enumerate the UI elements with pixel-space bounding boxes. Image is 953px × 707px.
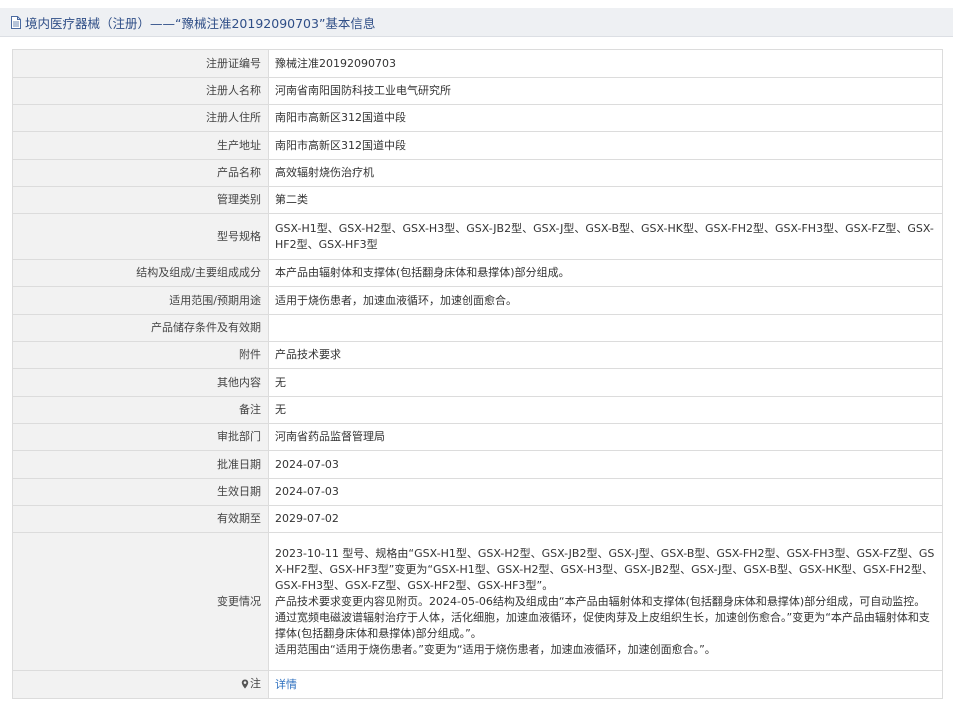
row-label: 生产地址	[12, 131, 269, 160]
row-value: 河南省南阳国防科技工业电气研究所	[268, 77, 943, 105]
row-label: 型号规格	[12, 213, 269, 260]
row-value	[268, 314, 943, 342]
row-label: 有效期至	[12, 505, 269, 533]
table-row: 附件 产品技术要求	[12, 341, 943, 369]
row-label: 注册证编号	[12, 49, 269, 78]
change-paragraph: 2023-10-11 型号、规格由“GSX-H1型、GSX-H2型、GSX-JB…	[275, 546, 935, 592]
row-label: 备注	[12, 396, 269, 424]
table-row: 备注 无	[12, 396, 943, 424]
row-value: 无	[268, 396, 943, 424]
table-row: 其他内容 无	[12, 368, 943, 397]
row-value: 适用于烧伤患者，加速血液循环，加速创面愈合。	[268, 286, 943, 315]
changes-label: 变更情况	[12, 532, 269, 671]
table-row: 注册人住所 南阳市高新区312国道中段	[12, 104, 943, 132]
page-header: 境内医疗器械（注册）——“豫械注准20192090703”基本信息	[0, 8, 953, 37]
note-label-cell: 注	[12, 670, 269, 699]
row-label: 产品名称	[12, 159, 269, 187]
row-value: 2024-07-03	[268, 450, 943, 479]
row-label: 附件	[12, 341, 269, 369]
document-icon	[11, 15, 21, 29]
table-row-changes: 变更情况 2023-10-11 型号、规格由“GSX-H1型、GSX-H2型、G…	[12, 532, 943, 671]
table-row: 生产地址 南阳市高新区312国道中段	[12, 131, 943, 160]
row-label: 批准日期	[12, 450, 269, 479]
row-value: 南阳市高新区312国道中段	[268, 104, 943, 132]
table-row: 产品名称 高效辐射烧伤治疗机	[12, 159, 943, 187]
table-row: 产品储存条件及有效期	[12, 314, 943, 342]
row-label: 注册人住所	[12, 104, 269, 132]
table-row: 型号规格 GSX-H1型、GSX-H2型、GSX-H3型、GSX-JB2型、GS…	[12, 213, 943, 260]
row-value: 南阳市高新区312国道中段	[268, 131, 943, 160]
row-label: 注册人名称	[12, 77, 269, 105]
row-value: 本产品由辐射体和支撑体(包括翻身床体和悬撑体)部分组成。	[268, 259, 943, 287]
table-row: 批准日期 2024-07-03	[12, 450, 943, 479]
row-value: GSX-H1型、GSX-H2型、GSX-H3型、GSX-JB2型、GSX-J型、…	[268, 213, 943, 260]
table-row: 管理类别 第二类	[12, 186, 943, 214]
table-row-note: 注 详情	[12, 670, 943, 699]
note-label: 注	[250, 676, 261, 690]
change-paragraph: 产品技术要求变更内容见附页。2024-05-06结构及组成由“本产品由辐射体和支…	[275, 594, 930, 640]
table-row: 注册证编号 豫械注准20192090703	[12, 49, 943, 78]
pin-icon	[241, 679, 249, 688]
table-row: 审批部门 河南省药品监督管理局	[12, 423, 943, 451]
row-label: 其他内容	[12, 368, 269, 397]
row-value: 河南省药品监督管理局	[268, 423, 943, 451]
table-row: 生效日期 2024-07-03	[12, 478, 943, 506]
row-label: 产品储存条件及有效期	[12, 314, 269, 342]
table-row: 注册人名称 河南省南阳国防科技工业电气研究所	[12, 77, 943, 105]
row-value: 2024-07-03	[268, 478, 943, 506]
row-label: 生效日期	[12, 478, 269, 506]
table-row: 适用范围/预期用途 适用于烧伤患者，加速血液循环，加速创面愈合。	[12, 286, 943, 315]
page-title: 境内医疗器械（注册）——“豫械注准20192090703”基本信息	[25, 15, 376, 31]
row-label: 管理类别	[12, 186, 269, 214]
table-row: 有效期至 2029-07-02	[12, 505, 943, 533]
row-label: 审批部门	[12, 423, 269, 451]
note-value: 详情	[268, 670, 943, 699]
info-table: 注册证编号 豫械注准20192090703 注册人名称 河南省南阳国防科技工业电…	[12, 49, 943, 699]
row-value: 豫械注准20192090703	[268, 49, 943, 78]
change-paragraph: 适用范围由“适用于烧伤患者。”变更为“适用于烧伤患者，加速血液循环，加速创面愈合…	[275, 642, 716, 656]
table-row: 结构及组成/主要组成成分 本产品由辐射体和支撑体(包括翻身床体和悬撑体)部分组成…	[12, 259, 943, 287]
details-link[interactable]: 详情	[275, 678, 297, 691]
row-label: 结构及组成/主要组成成分	[12, 259, 269, 287]
row-value: 第二类	[268, 186, 943, 214]
row-value: 2029-07-02	[268, 505, 943, 533]
changes-value: 2023-10-11 型号、规格由“GSX-H1型、GSX-H2型、GSX-JB…	[268, 532, 943, 671]
row-value: 产品技术要求	[268, 341, 943, 369]
row-label: 适用范围/预期用途	[12, 286, 269, 315]
row-value: 无	[268, 368, 943, 397]
row-value: 高效辐射烧伤治疗机	[268, 159, 943, 187]
